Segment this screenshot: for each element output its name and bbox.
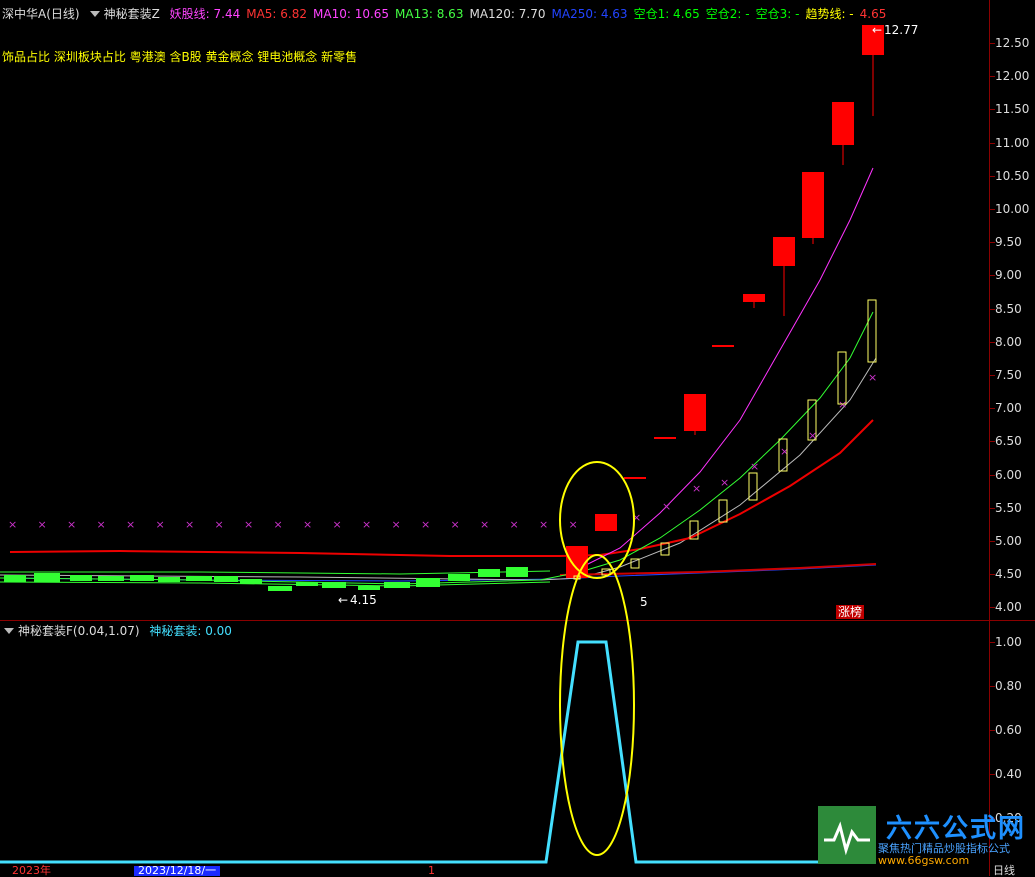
price-tick-label: 5.50 [995, 500, 1022, 515]
sub-indicator-chart[interactable] [0, 0, 990, 876]
stock-name[interactable]: 深中华A(日线) [2, 7, 80, 21]
price-tick [990, 109, 995, 111]
dropdown-icon[interactable] [4, 628, 14, 634]
sub-tick-label: 0.40 [995, 767, 1022, 781]
indicator-value-10: 4.65 [859, 7, 887, 21]
price-tick [990, 175, 995, 177]
price-tick-label: 7.50 [995, 368, 1022, 382]
price-tick-label: 11.50 [995, 102, 1030, 117]
price-tick-label: 9.50 [995, 235, 1022, 250]
price-tick-label: 5.00 [995, 534, 1022, 548]
price-tick-label: 9.00 [995, 268, 1022, 283]
price-tick [990, 474, 995, 476]
sub-tick [990, 642, 995, 643]
sub-tick [990, 686, 995, 687]
indicator-value-1: MA5: 6.82 [246, 7, 307, 21]
brand-logo-icon [818, 806, 876, 864]
highlight-ellipse-sub [559, 554, 635, 856]
indicator-value-6: 空仓1: 4.65 [633, 7, 700, 21]
price-tick-label: 8.00 [995, 334, 1022, 349]
price-tick [990, 275, 995, 277]
indicator-value-2: MA10: 10.65 [313, 7, 390, 21]
price-tick [990, 209, 995, 210]
sub-title[interactable]: 神秘套装F(0.04,1.07) [18, 624, 140, 638]
sub-tick-label: 0.80 [995, 679, 1022, 693]
price-tick-label: 10.50 [995, 168, 1030, 183]
indicator-value-0: 妖股线: 7.44 [169, 7, 241, 21]
price-tick [990, 375, 995, 376]
sub-tick-label: 0.60 [995, 723, 1022, 737]
year-label: 2023年 [12, 864, 51, 877]
indicator-value-5: MA250: 4.63 [551, 7, 628, 21]
price-tick [990, 341, 995, 343]
sub-header: 神秘套装F(0.04,1.07) 神秘套装: 0.00 [2, 623, 232, 639]
price-tick-label: 10.00 [995, 202, 1030, 216]
price-tick-label: 4.00 [995, 600, 1022, 615]
price-tick [990, 441, 995, 443]
brand-watermark: 六六公式网 聚焦热门精品炒股指标公式 www.66gsw.com [818, 806, 1035, 867]
indicator-values: 妖股线: 7.44 MA5: 6.82 MA10: 10.65 MA13: 8.63 M… [170, 7, 893, 21]
price-tick-label: 8.50 [995, 301, 1022, 316]
concept-tags: 饰品占比 深圳板块占比 粤港澳 含B股 黄金概念 锂电池概念 新零售 [2, 50, 358, 64]
price-tick [990, 43, 995, 44]
price-tick [990, 607, 995, 609]
chart-header: 深中华A(日线) 神秘套装Z 妖股线: 7.44 MA5: 6.82 MA10: 10… [2, 6, 898, 22]
price-tick [990, 507, 995, 509]
period-label[interactable]: 日线 [993, 865, 1015, 876]
price-tick-label: 6.00 [995, 467, 1022, 482]
indicator-value-9: 趋势线: - [805, 7, 854, 21]
zhangbang-badge[interactable]: 涨榜 [836, 605, 865, 619]
indicator-value-7: 空仓2: - [705, 7, 750, 21]
indicator-value-3: MA13: 8.63 [395, 7, 464, 21]
price-tick-label: 7.00 [995, 401, 1022, 416]
price-tick [990, 242, 995, 244]
indicator-name[interactable]: 神秘套装Z [104, 7, 160, 21]
signal-line [0, 640, 820, 864]
indicator-value-8: 空仓3: - [755, 7, 800, 21]
price-tick [990, 408, 995, 410]
price-tick-label: 12.00 [995, 69, 1030, 84]
sub-tick [990, 774, 995, 775]
price-tick [990, 308, 995, 310]
price-tick-label: 11.00 [995, 135, 1030, 150]
brand-url: www.66gsw.com [878, 854, 970, 867]
date-mark: 1 [428, 864, 435, 877]
dropdown-icon[interactable] [89, 11, 100, 17]
price-tick [990, 76, 995, 78]
price-tick [990, 142, 995, 144]
price-tick [990, 574, 995, 576]
price-tick-label: 12.50 [995, 36, 1030, 50]
price-tick-label: 4.50 [995, 567, 1022, 582]
price-tick-label: 6.50 [995, 434, 1022, 449]
sub-value: 神秘套装: 0.00 [149, 624, 232, 638]
sub-tick [990, 730, 995, 731]
date-label[interactable]: 2023/12/18/一 [134, 865, 221, 876]
indicator-value-4: MA120: 7.70 [469, 7, 546, 21]
price-tick [990, 541, 995, 542]
sub-tick-label: 1.00 [995, 635, 1022, 649]
